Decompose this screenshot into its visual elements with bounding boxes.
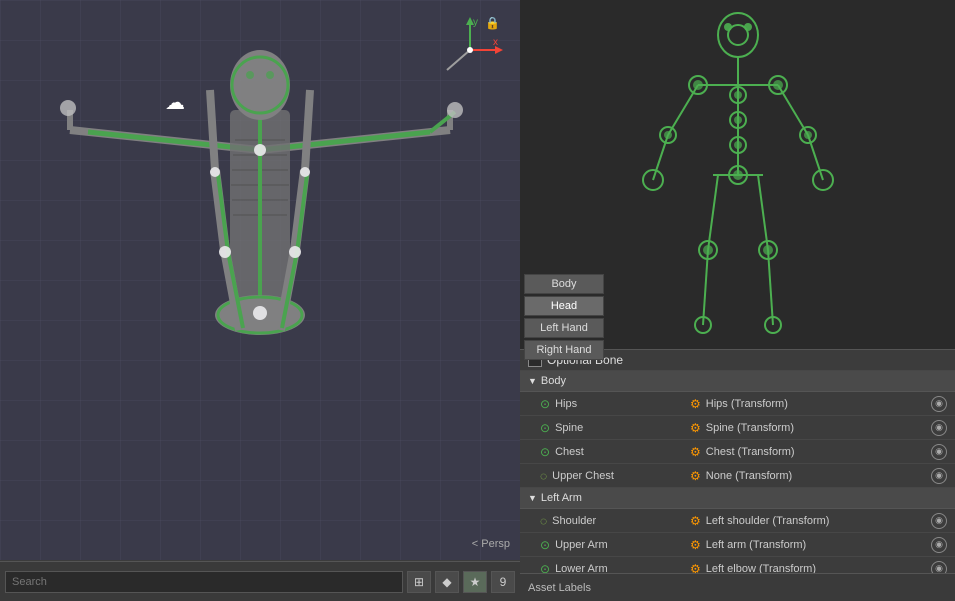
star-btn[interactable]: ★ bbox=[463, 571, 487, 593]
svg-text:🔒: 🔒 bbox=[485, 16, 500, 30]
main-area: ☁ y x 🔒 < Persp bbox=[0, 0, 955, 601]
count-btn[interactable]: 9 bbox=[491, 571, 515, 593]
transform-spine: Spine (Transform) bbox=[706, 422, 926, 434]
bottom-toolbar: ⊞ ◆ ★ 9 bbox=[0, 561, 520, 601]
table-row: ⊙ Upper Arm ⚙ Left arm (Transform) ◉ bbox=[520, 533, 955, 557]
bone-icon-lower-arm: ⊙ bbox=[540, 562, 550, 574]
table-row: ⊙ Lower Arm ⚙ Left elbow (Transform) ◉ bbox=[520, 557, 955, 573]
avatar-figure bbox=[638, 5, 838, 345]
bone-name-upper-arm: Upper Arm bbox=[555, 539, 608, 551]
asset-labels-bar: Asset Labels bbox=[520, 573, 955, 601]
skeleton-3d bbox=[50, 30, 470, 400]
shoulder-select-btn[interactable]: ◉ bbox=[931, 513, 947, 529]
bone-transform-icon-hips: ⚙ bbox=[690, 397, 701, 411]
tab-left-hand[interactable]: Left Hand bbox=[524, 318, 604, 338]
bone-icon-shoulder: ◌ bbox=[540, 514, 547, 528]
bone-name-lower-arm: Lower Arm bbox=[555, 563, 608, 574]
bone-left: ⊙ Hips bbox=[540, 397, 690, 411]
bone-left: ⊙ Lower Arm bbox=[540, 562, 690, 574]
section-body[interactable]: ▼ Body bbox=[520, 371, 955, 392]
bone-name-chest: Chest bbox=[555, 446, 584, 458]
bone-left: ⊙ Chest bbox=[540, 445, 690, 459]
transform-upper-chest: None (Transform) bbox=[706, 470, 926, 482]
bone-panel[interactable]: Optional Bone ▼ Body ⊙ Hips ⚙ Hips (Tran… bbox=[520, 350, 955, 573]
body-arrow: ▼ bbox=[528, 376, 537, 386]
bone-right: ⚙ Left arm (Transform) ◉ bbox=[690, 537, 947, 553]
cloud-icon: ☁ bbox=[165, 90, 185, 115]
right-panel: Body Head Left Hand Right Hand Optional … bbox=[520, 0, 955, 601]
transform-hips: Hips (Transform) bbox=[706, 398, 926, 410]
bone-icon-upper-chest: ◌ bbox=[540, 469, 547, 483]
table-row: ◌ Upper Chest ⚙ None (Transform) ◉ bbox=[520, 464, 955, 488]
bone-icon-hips: ⊙ bbox=[540, 397, 550, 411]
tab-bar: Body Head Left Hand Right Hand bbox=[520, 270, 608, 364]
viewport-3d[interactable]: ☁ y x 🔒 < Persp bbox=[0, 0, 520, 560]
bone-right: ⚙ Hips (Transform) ◉ bbox=[690, 396, 947, 412]
body-label: Body bbox=[541, 375, 566, 387]
bone-left: ⊙ Upper Arm bbox=[540, 538, 690, 552]
transform-shoulder: Left shoulder (Transform) bbox=[706, 515, 926, 527]
asset-labels-text: Asset Labels bbox=[528, 582, 591, 594]
bone-name-upper-chest: Upper Chest bbox=[552, 470, 614, 482]
hips-select-btn[interactable]: ◉ bbox=[931, 396, 947, 412]
table-row: ◌ Shoulder ⚙ Left shoulder (Transform) ◉ bbox=[520, 509, 955, 533]
table-row: ⊙ Spine ⚙ Spine (Transform) ◉ bbox=[520, 416, 955, 440]
bone-transform-icon-chest: ⚙ bbox=[690, 445, 701, 459]
grid-view-btn[interactable]: ⊞ bbox=[407, 571, 431, 593]
spine-select-btn[interactable]: ◉ bbox=[931, 420, 947, 436]
bone-icon-upper-arm: ⊙ bbox=[540, 538, 550, 552]
table-row: ⊙ Chest ⚙ Chest (Transform) ◉ bbox=[520, 440, 955, 464]
bone-left: ◌ Upper Chest bbox=[540, 469, 690, 483]
bone-right: ⚙ None (Transform) ◉ bbox=[690, 468, 947, 484]
bone-left: ⊙ Spine bbox=[540, 421, 690, 435]
bone-transform-icon-shoulder: ⚙ bbox=[690, 514, 701, 528]
avatar-preview: Body Head Left Hand Right Hand bbox=[520, 0, 955, 350]
tab-body[interactable]: Body bbox=[524, 274, 604, 294]
left-arm-arrow: ▼ bbox=[528, 493, 537, 503]
tab-head[interactable]: Head bbox=[524, 296, 604, 316]
bone-right: ⚙ Chest (Transform) ◉ bbox=[690, 444, 947, 460]
bone-right: ⚙ Left elbow (Transform) ◉ bbox=[690, 561, 947, 574]
transform-chest: Chest (Transform) bbox=[706, 446, 926, 458]
bone-icon-chest: ⊙ bbox=[540, 445, 550, 459]
upper-arm-select-btn[interactable]: ◉ bbox=[931, 537, 947, 553]
diamond-btn[interactable]: ◆ bbox=[435, 571, 459, 593]
bone-name-hips: Hips bbox=[555, 398, 577, 410]
bone-transform-icon-upper-chest: ⚙ bbox=[690, 469, 701, 483]
section-left-arm[interactable]: ▼ Left Arm bbox=[520, 488, 955, 509]
table-row: ⊙ Hips ⚙ Hips (Transform) ◉ bbox=[520, 392, 955, 416]
chest-select-btn[interactable]: ◉ bbox=[931, 444, 947, 460]
search-input[interactable] bbox=[5, 571, 403, 593]
tab-right-hand[interactable]: Right Hand bbox=[524, 340, 604, 360]
bone-name-spine: Spine bbox=[555, 422, 583, 434]
upper-chest-select-btn[interactable]: ◉ bbox=[931, 468, 947, 484]
bone-transform-icon-lower-arm: ⚙ bbox=[690, 562, 701, 574]
axis-gizmo: y x 🔒 bbox=[435, 15, 505, 88]
bone-right: ⚙ Spine (Transform) ◉ bbox=[690, 420, 947, 436]
bone-left: ◌ Shoulder bbox=[540, 514, 690, 528]
bone-icon-spine: ⊙ bbox=[540, 421, 550, 435]
bone-panel-wrapper: Optional Bone ▼ Body ⊙ Hips ⚙ Hips (Tran… bbox=[520, 350, 955, 573]
transform-lower-arm: Left elbow (Transform) bbox=[706, 563, 926, 574]
bone-transform-icon-spine: ⚙ bbox=[690, 421, 701, 435]
svg-text:y: y bbox=[473, 17, 478, 28]
bone-name-shoulder: Shoulder bbox=[552, 515, 596, 527]
perspective-label: < Persp bbox=[472, 538, 510, 550]
transform-upper-arm: Left arm (Transform) bbox=[706, 539, 926, 551]
bone-right: ⚙ Left shoulder (Transform) ◉ bbox=[690, 513, 947, 529]
left-arm-label: Left Arm bbox=[541, 492, 582, 504]
bone-transform-icon-upper-arm: ⚙ bbox=[690, 538, 701, 552]
svg-text:x: x bbox=[493, 37, 498, 48]
lower-arm-select-btn[interactable]: ◉ bbox=[931, 561, 947, 574]
